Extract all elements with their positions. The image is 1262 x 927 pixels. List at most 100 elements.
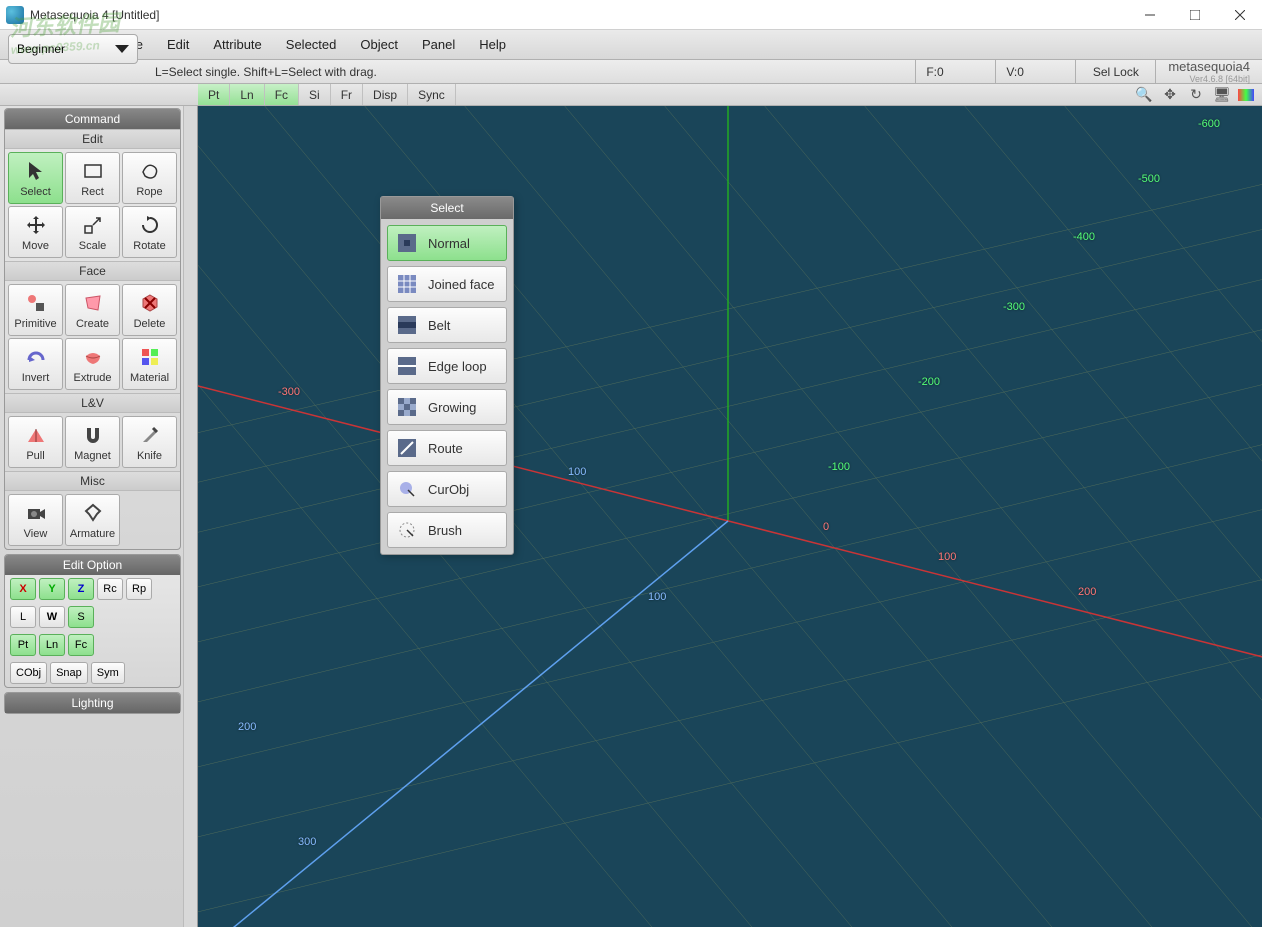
opt-cobj[interactable]: CObj (10, 662, 47, 684)
menu-help[interactable]: Help (467, 31, 518, 58)
brand-version: Ver4.6.8 [64bit] (1189, 74, 1250, 84)
opt-ln[interactable]: Ln (39, 634, 65, 656)
tool-view[interactable]: View (8, 494, 63, 546)
grid-label: -300 (278, 386, 300, 398)
sidebar: Command Edit Select Rect Rope Move Scale… (0, 106, 198, 927)
mode-label: Beginner (17, 42, 65, 56)
tab-disp[interactable]: Disp (363, 84, 408, 105)
primitive-icon (23, 290, 49, 316)
grid-icon (396, 273, 418, 295)
grid-label: -500 (1138, 173, 1160, 185)
delete-icon (137, 290, 163, 316)
display-icon[interactable]: 🖥 (1212, 86, 1232, 104)
pull-icon (23, 422, 49, 448)
tool-knife[interactable]: Knife (122, 416, 177, 468)
axis-y[interactable]: Y (39, 578, 65, 600)
opt-l[interactable]: L (10, 606, 36, 628)
tool-magnet[interactable]: Magnet (65, 416, 120, 468)
select-curobj[interactable]: CurObj (387, 471, 507, 507)
tab-si[interactable]: Si (299, 84, 331, 105)
select-normal[interactable]: Normal (387, 225, 507, 261)
pan-icon[interactable]: ✥ (1160, 86, 1180, 104)
grid-icon (396, 232, 418, 254)
select-route[interactable]: Route (387, 430, 507, 466)
grid-label: -600 (1198, 118, 1220, 130)
face-count: F:0 (915, 60, 995, 83)
menu-object[interactable]: Object (348, 31, 410, 58)
view-tabs: Pers Pt Ln Fc Si Fr Disp Sync 🔍 ✥ ↻ 🖥 (0, 84, 1262, 106)
opt-rc[interactable]: Rc (97, 578, 123, 600)
opt-snap[interactable]: Snap (50, 662, 88, 684)
tab-fc[interactable]: Fc (265, 84, 299, 105)
close-button[interactable] (1217, 0, 1262, 30)
tab-ln[interactable]: Ln (230, 84, 264, 105)
curobj-icon (396, 478, 418, 500)
menu-attribute[interactable]: Attribute (201, 31, 273, 58)
grid-label: -300 (1003, 301, 1025, 313)
rotate-view-icon[interactable]: ↻ (1186, 86, 1206, 104)
tab-sync[interactable]: Sync (408, 84, 456, 105)
menu-selected[interactable]: Selected (274, 31, 349, 58)
belt-icon (396, 314, 418, 336)
zoom-icon[interactable]: 🔍 (1134, 86, 1154, 104)
tool-rotate[interactable]: Rotate (122, 206, 177, 258)
select-growing[interactable]: Growing (387, 389, 507, 425)
command-panel-title: Command (5, 109, 180, 129)
opt-w[interactable]: W (39, 606, 65, 628)
select-popup[interactable]: Select Normal Joined face Belt Edge loop… (380, 196, 514, 555)
grid-label: 200 (1078, 586, 1096, 598)
tool-scale[interactable]: Scale (65, 206, 120, 258)
tool-create[interactable]: Create (65, 284, 120, 336)
minimize-button[interactable] (1127, 0, 1172, 30)
tool-rope[interactable]: Rope (122, 152, 177, 204)
brush-icon (396, 519, 418, 541)
select-belt[interactable]: Belt (387, 307, 507, 343)
tool-pull[interactable]: Pull (8, 416, 63, 468)
select-edge-loop[interactable]: Edge loop (387, 348, 507, 384)
mode-dropdown[interactable]: Beginner (8, 34, 138, 64)
tool-extrude[interactable]: Extrude (65, 338, 120, 390)
tool-primitive[interactable]: Primitive (8, 284, 63, 336)
brand-logo: metasequoia4 Ver4.6.8 [64bit] (1155, 60, 1262, 83)
tool-move[interactable]: Move (8, 206, 63, 258)
select-popup-title: Select (381, 197, 513, 219)
vertex-count: V:0 (995, 60, 1075, 83)
opt-fc[interactable]: Fc (68, 634, 94, 656)
tool-material[interactable]: Material (122, 338, 177, 390)
armature-icon (80, 500, 106, 526)
lighting-title: Lighting (5, 693, 180, 713)
tool-delete[interactable]: Delete (122, 284, 177, 336)
sel-lock-button[interactable]: Sel Lock (1075, 60, 1155, 83)
invert-icon (23, 344, 49, 370)
opt-rp[interactable]: Rp (126, 578, 152, 600)
lighting-panel[interactable]: Lighting (4, 692, 181, 714)
window-title: Metasequoia 4 [Untitled] (30, 8, 159, 22)
axis-z[interactable]: Z (68, 578, 94, 600)
opt-s[interactable]: S (68, 606, 94, 628)
extrude-icon (80, 344, 106, 370)
sidebar-scrollbar[interactable] (183, 106, 197, 927)
grid-label: 100 (568, 466, 586, 478)
opt-sym[interactable]: Sym (91, 662, 125, 684)
command-panel: Command Edit Select Rect Rope Move Scale… (4, 108, 181, 550)
tool-armature[interactable]: Armature (65, 494, 120, 546)
tool-select[interactable]: Select (8, 152, 63, 204)
menu-panel[interactable]: Panel (410, 31, 467, 58)
axis-x[interactable]: X (10, 578, 36, 600)
select-joined-face[interactable]: Joined face (387, 266, 507, 302)
tool-rect[interactable]: Rect (65, 152, 120, 204)
color-icon[interactable] (1238, 89, 1254, 101)
maximize-button[interactable] (1172, 0, 1217, 30)
hint-text: L=Select single. Shift+L=Select with dra… (0, 65, 915, 79)
opt-pt[interactable]: Pt (10, 634, 36, 656)
tab-pt[interactable]: Pt (198, 84, 230, 105)
titlebar: Metasequoia 4 [Untitled] (0, 0, 1262, 30)
grid-label: -100 (828, 461, 850, 473)
tab-fr[interactable]: Fr (331, 84, 363, 105)
select-brush[interactable]: Brush (387, 512, 507, 548)
tool-invert[interactable]: Invert (8, 338, 63, 390)
grid-label: -400 (1073, 231, 1095, 243)
menu-edit[interactable]: Edit (155, 31, 201, 58)
viewport-3d[interactable]: -600 -500 -400 -300 -200 -100 0 100 200 … (198, 106, 1262, 927)
section-face: Face (5, 261, 180, 281)
